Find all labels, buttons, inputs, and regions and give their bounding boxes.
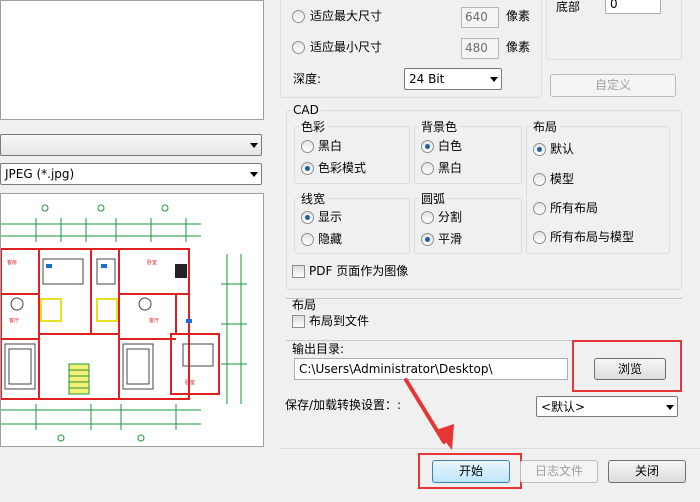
background-bw-radio[interactable]: [421, 162, 434, 175]
color-mode-radio[interactable]: [301, 162, 314, 175]
drawing-preview: 客房 卧室 客厅 客厅 卧室: [0, 193, 264, 447]
fit-max-label: 适应最大尺寸: [310, 9, 383, 23]
linewidth-show-radio[interactable]: [301, 211, 314, 224]
depth-combo-value: 24 Bit: [409, 72, 445, 86]
layout-default-radio[interactable]: [533, 143, 546, 156]
color-title: 色彩: [299, 120, 328, 134]
arc-smooth-radio[interactable]: [421, 233, 434, 246]
left-combo[interactable]: [0, 134, 262, 156]
bottom-input[interactable]: 0: [605, 0, 661, 14]
depth-label: 深度:: [293, 72, 322, 86]
linewidth-show-label: 显示: [318, 210, 343, 224]
custom-button[interactable]: 自定义: [550, 74, 676, 97]
start-button[interactable]: 开始: [432, 460, 510, 483]
depth-combo[interactable]: 24 Bit: [404, 68, 502, 90]
background-white-radio[interactable]: [421, 140, 434, 153]
background-bw-label: 黑白: [438, 161, 463, 175]
layout-model-radio[interactable]: [533, 173, 546, 186]
fit-min-input[interactable]: 480: [461, 38, 499, 59]
fit-max-radio[interactable]: [292, 10, 305, 23]
layout-to-file-label: 布局到文件: [309, 314, 370, 328]
cad-title: CAD: [291, 103, 321, 117]
layout-section-title: 布局: [292, 298, 317, 312]
bottom-label: 底部: [556, 0, 581, 14]
settings-combo[interactable]: <默认>: [536, 396, 678, 417]
fit-min-unit: 像素: [506, 40, 531, 54]
linewidth-group: [294, 198, 410, 254]
svg-text:客厅: 客厅: [149, 317, 159, 324]
browse-highlight: [572, 340, 682, 392]
divider: [280, 448, 700, 449]
linewidth-hide-radio[interactable]: [301, 233, 314, 246]
log-file-button[interactable]: 日志文件: [520, 460, 598, 483]
pointer-arrow-icon: [404, 378, 454, 450]
divider: [286, 298, 682, 299]
settings-combo-value: <默认>: [541, 400, 586, 414]
chevron-down-icon: [250, 143, 258, 148]
fit-max-unit: 像素: [506, 9, 531, 23]
svg-text:卧室: 卧室: [185, 379, 195, 386]
layout-all-radio[interactable]: [533, 202, 546, 215]
cad-layout-title: 布局: [531, 120, 560, 134]
floor-plan-drawing: 客房 卧室 客厅 客厅 卧室: [1, 204, 247, 442]
arc-split-label: 分割: [438, 210, 463, 224]
background-white-label: 白色: [438, 139, 463, 153]
svg-text:客房: 客房: [7, 259, 17, 266]
layout-model-label: 模型: [550, 172, 575, 186]
svg-text:客厅: 客厅: [9, 317, 19, 324]
layout-all-model-radio[interactable]: [533, 231, 546, 244]
color-bw-radio[interactable]: [301, 140, 314, 153]
color-bw-label: 黑白: [318, 139, 343, 153]
linewidth-hide-label: 隐藏: [318, 232, 343, 246]
layout-all-model-label: 所有布局与模型: [550, 230, 635, 244]
fit-max-input[interactable]: 640: [461, 7, 499, 28]
chevron-down-icon: [490, 77, 498, 82]
background-title: 背景色: [419, 120, 460, 134]
pdf-as-image-label: PDF 页面作为图像: [309, 264, 409, 278]
layout-to-file-checkbox[interactable]: [292, 315, 305, 328]
chevron-down-icon: [666, 405, 674, 410]
arc-split-radio[interactable]: [421, 211, 434, 224]
arc-title: 圆弧: [419, 192, 448, 206]
output-dir-label: 输出目录:: [292, 342, 345, 356]
format-combo-value: JPEG (*.jpg): [5, 167, 75, 181]
settings-label: 保存/加载转换设置：:: [285, 398, 402, 412]
layout-all-label: 所有布局: [550, 201, 599, 215]
format-combo[interactable]: JPEG (*.jpg): [0, 163, 262, 185]
left-top-panel: [0, 0, 264, 120]
arc-smooth-label: 平滑: [438, 232, 463, 246]
color-mode-label: 色彩模式: [318, 161, 367, 175]
fit-min-label: 适应最小尺寸: [310, 40, 383, 54]
arc-group: [414, 198, 522, 254]
background-group: [414, 126, 522, 184]
linewidth-title: 线宽: [299, 192, 328, 206]
fit-min-radio[interactable]: [292, 41, 305, 54]
layout-default-label: 默认: [550, 142, 575, 156]
svg-text:卧室: 卧室: [147, 259, 157, 266]
close-button[interactable]: 关闭: [608, 460, 686, 483]
pdf-as-image-checkbox[interactable]: [292, 265, 305, 278]
chevron-down-icon: [250, 172, 258, 177]
